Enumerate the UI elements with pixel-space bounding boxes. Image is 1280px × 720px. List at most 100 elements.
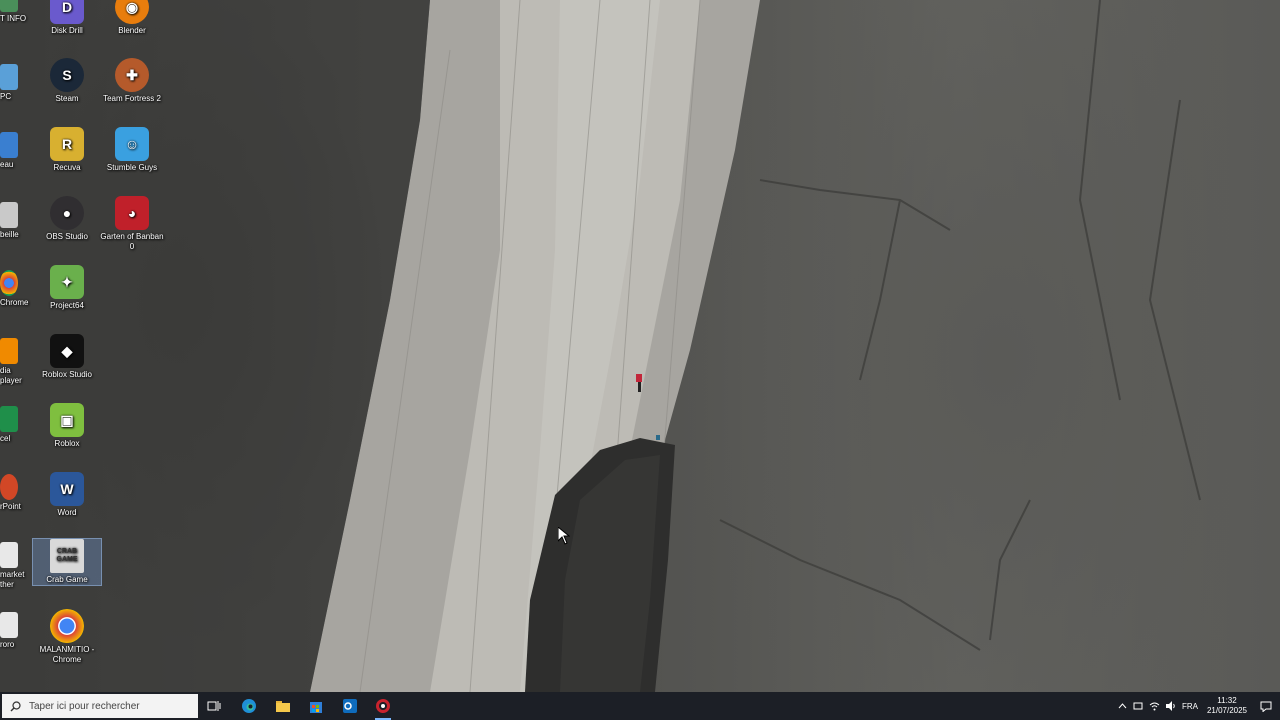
- desktop-icon-crab-game[interactable]: CRAB GAME Crab Game: [32, 538, 102, 586]
- desktop-icon-label: Chrome: [0, 298, 29, 307]
- desktop-icon-label: roro: [0, 640, 15, 649]
- tf2-icon: ✚: [115, 58, 149, 92]
- wallpaper-rock-image: [0, 0, 1201, 692]
- wifi-icon: [1149, 702, 1159, 711]
- steam-icon: S: [50, 58, 84, 92]
- edge-icon: [242, 699, 256, 713]
- disk-drill-icon: D: [50, 0, 84, 24]
- desktop-icon-powerpoint[interactable]: rPoint: [0, 474, 34, 512]
- desktop-icon-steam[interactable]: S Steam: [33, 58, 101, 104]
- store-icon: [310, 702, 322, 713]
- system-tray: FRA 11:32 21/07/2025: [1114, 692, 1280, 720]
- desktop-icon-clipped[interactable]: T INFO: [0, 0, 34, 24]
- desktop-icon-malanmitio-chrome[interactable]: MALANMITIO - Chrome: [33, 609, 101, 665]
- roblox-studio-icon: ◆: [50, 334, 84, 368]
- desktop-icon-recuva[interactable]: R Recuva: [33, 127, 101, 173]
- desktop-icon-label: Blender: [118, 26, 146, 35]
- desktop-icon-label: cel: [0, 434, 11, 443]
- recycle-bin-icon: [0, 202, 18, 228]
- desktop-icon-label: OBS Studio: [46, 232, 88, 241]
- desktop-icon-label: Roblox Studio: [42, 370, 92, 379]
- clock-date: 21/07/2025: [1206, 706, 1248, 715]
- outlook-icon: [343, 699, 357, 713]
- tray-device-button[interactable]: [1130, 692, 1146, 720]
- desktop-icon-label: PC: [0, 92, 12, 101]
- desktop-icon-chrome[interactable]: Chrome: [0, 270, 34, 308]
- desktop-icon-this-pc[interactable]: PC: [0, 64, 34, 102]
- taskbar-file-explorer-button[interactable]: [267, 692, 299, 720]
- task-view-icon: [207, 701, 221, 711]
- taskbar-edge-button[interactable]: [233, 692, 265, 720]
- desktop-icon-label: Garten of Banban 0: [100, 232, 164, 251]
- blender-icon: ◉: [115, 0, 149, 24]
- desktop-icon-label: MALANMITIO - Chrome: [39, 645, 95, 664]
- recorder-icon: [376, 699, 390, 713]
- desktop-icon-label: eau: [0, 160, 14, 169]
- desktop-icon-media-player[interactable]: dia player: [0, 338, 34, 386]
- chevron-up-icon: [1118, 703, 1126, 709]
- folder-icon: [276, 701, 290, 712]
- desktop-icon-label: Word: [57, 508, 77, 517]
- desktop-icon-project64[interactable]: ✦ Project64: [33, 265, 101, 311]
- mouse-cursor-icon: [558, 527, 570, 545]
- desktop-icon-label: Stumble Guys: [106, 163, 158, 172]
- input-language-button[interactable]: FRA: [1178, 702, 1202, 711]
- chrome-icon: [50, 609, 84, 643]
- desktop-icon-label: Recuva: [53, 163, 81, 172]
- desktop-icon-label: Disk Drill: [51, 26, 83, 35]
- desktop-icon-recycle-bin[interactable]: beille: [0, 202, 34, 240]
- desktop-icon-label: Crab Game: [46, 575, 88, 584]
- desktop-icon-label: Roblox: [54, 439, 80, 448]
- file-icon: [0, 542, 18, 568]
- desktop-icon-roblox[interactable]: ▣ Roblox: [33, 403, 101, 449]
- desktop-icon-excel[interactable]: cel: [0, 406, 34, 444]
- desktop-icon-word[interactable]: W Word: [33, 472, 101, 518]
- desktop-icon-label: Steam: [55, 94, 79, 103]
- taskbar-outlook-button[interactable]: [334, 692, 366, 720]
- desktop-wallpaper: [0, 0, 1280, 692]
- desktop-icon-blender[interactable]: ◉ Blender: [98, 0, 166, 36]
- desktop-icon-network[interactable]: eau: [0, 132, 34, 170]
- file-icon: [0, 612, 18, 638]
- crab-game-icon: CRAB GAME: [50, 539, 84, 573]
- roblox-icon: ▣: [50, 403, 84, 437]
- desktop-icon-supermarket[interactable]: market ther: [0, 542, 34, 590]
- excel-icon: [0, 406, 18, 432]
- volume-button[interactable]: [1162, 692, 1178, 720]
- desktop-icon-label: ther: [0, 580, 14, 589]
- vlc-icon: [0, 338, 18, 364]
- computer-icon: [0, 64, 18, 90]
- desktop-icon-label: rPoint: [0, 502, 21, 511]
- app-icon: [0, 0, 18, 12]
- network-button[interactable]: [1146, 692, 1162, 720]
- clock-button[interactable]: 11:32 21/07/2025: [1202, 696, 1252, 716]
- desktop-icon-label: Team Fortress 2: [103, 94, 161, 103]
- task-view-button[interactable]: [198, 692, 230, 720]
- network-icon: [0, 132, 18, 158]
- desktop-icon-label: dia player: [0, 366, 22, 385]
- desktop-icon-stumble-guys[interactable]: ☺ Stumble Guys: [98, 127, 166, 173]
- taskbar-recorder-button[interactable]: [367, 692, 399, 720]
- garten-of-banban-icon: ◕: [115, 196, 149, 230]
- desktop-icon-team-fortress-2[interactable]: ✚ Team Fortress 2: [98, 58, 166, 104]
- project64-icon: ✦: [50, 265, 84, 299]
- desktop-icon-roro[interactable]: roro: [0, 612, 34, 650]
- desktop-icon-label: Project64: [50, 301, 84, 310]
- word-icon: W: [50, 472, 84, 506]
- desktop-icon-roblox-studio[interactable]: ◆ Roblox Studio: [33, 334, 101, 380]
- desktop-icon-label: market: [0, 570, 25, 579]
- notification-center-button[interactable]: [1252, 692, 1280, 720]
- show-hidden-icons-button[interactable]: [1114, 692, 1130, 720]
- clock-time: 11:32: [1217, 696, 1237, 705]
- taskbar-search-box[interactable]: [2, 694, 198, 718]
- desktop-icon-disk-drill[interactable]: D Disk Drill: [33, 0, 101, 36]
- chrome-icon: [0, 270, 18, 296]
- taskbar-store-button[interactable]: [300, 692, 332, 720]
- stumble-guys-icon: ☺: [115, 127, 149, 161]
- search-input[interactable]: [27, 699, 191, 713]
- notification-icon: [1260, 701, 1272, 712]
- device-icon: [1133, 702, 1143, 710]
- search-icon: [10, 700, 21, 711]
- desktop-icon-obs-studio[interactable]: ● OBS Studio: [33, 196, 101, 242]
- desktop-icon-garten-of-banban[interactable]: ◕ Garten of Banban 0: [98, 196, 166, 252]
